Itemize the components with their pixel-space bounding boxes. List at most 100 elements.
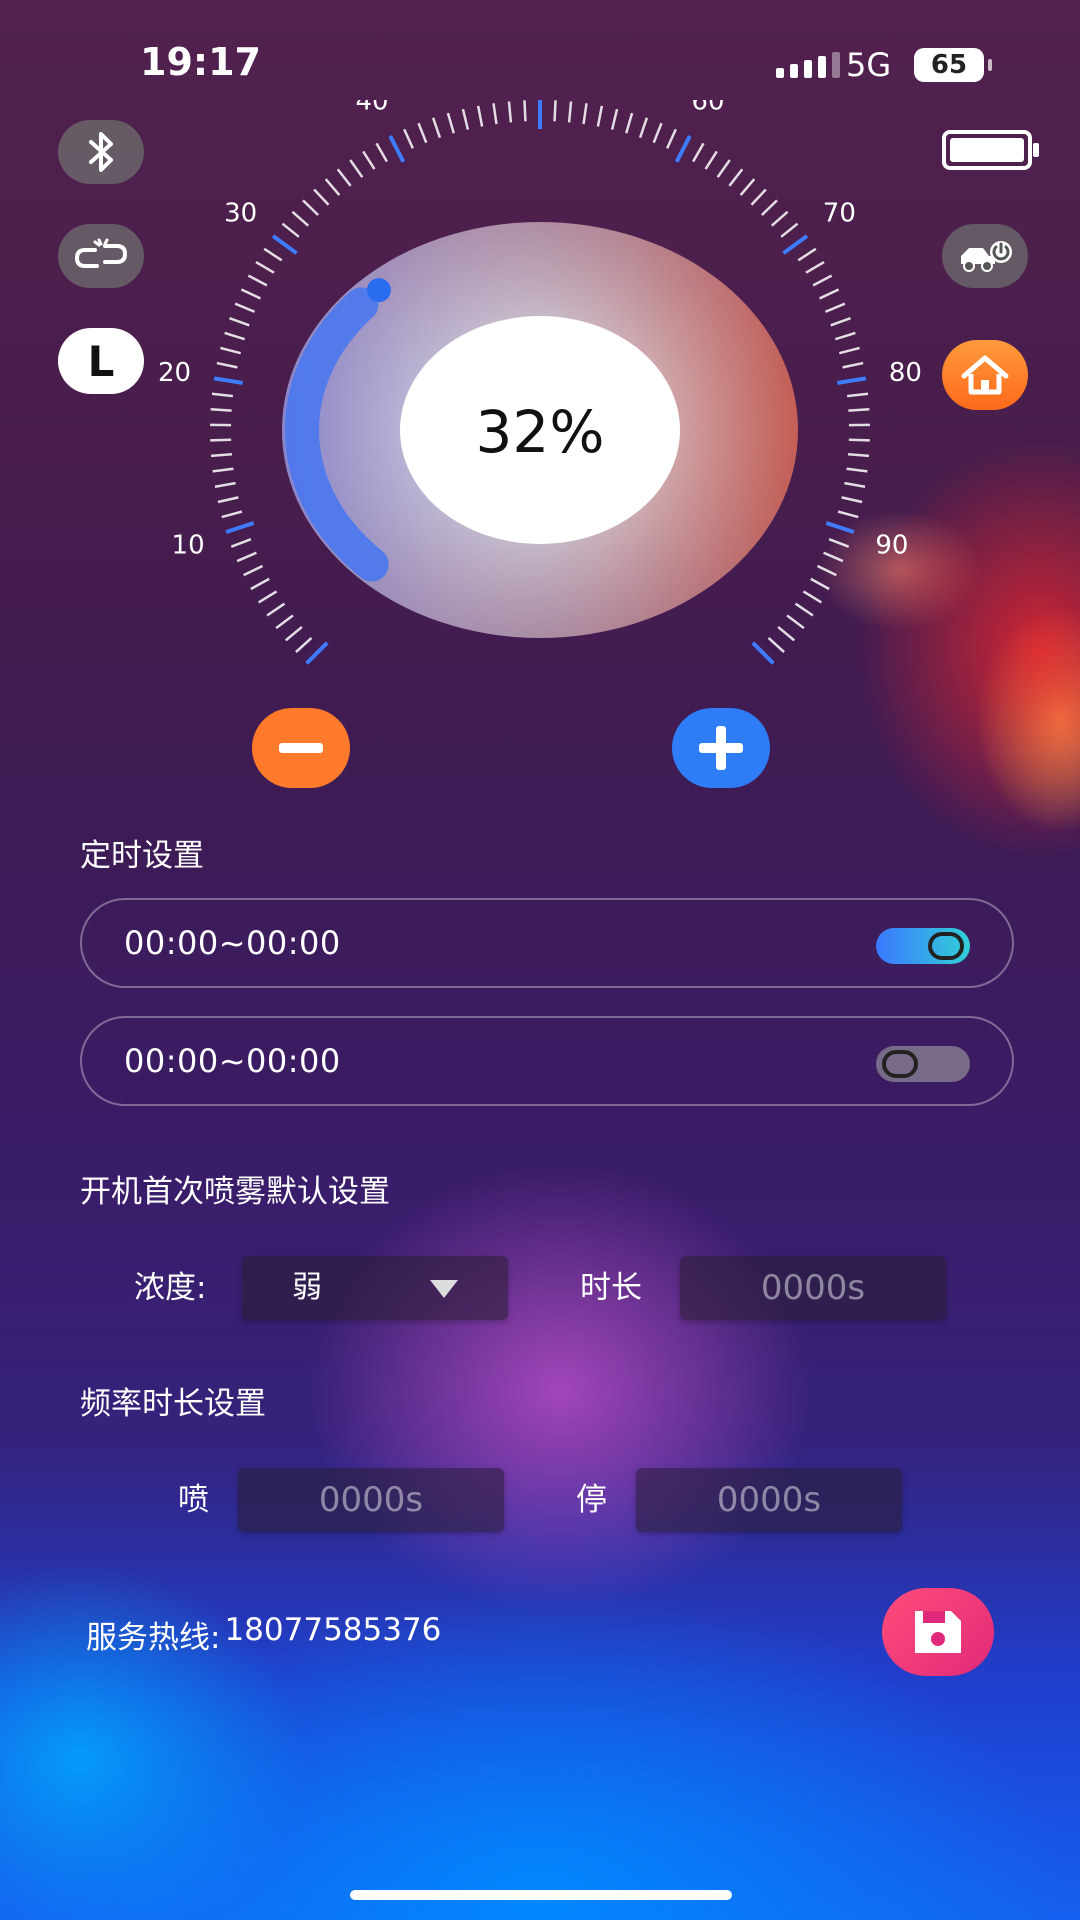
dial-tick — [446, 112, 455, 134]
dial-tick — [214, 481, 236, 488]
dial-tick-label: 30 — [224, 199, 257, 229]
dial-tick — [211, 392, 234, 398]
dial-tick — [786, 614, 805, 630]
dial-tick — [704, 150, 718, 170]
timer-row-1[interactable]: 00:00~00:00 — [80, 898, 1014, 988]
dial-tick — [271, 234, 298, 255]
dial-tick — [750, 188, 767, 206]
dial-tick — [848, 438, 870, 442]
dial-tick — [836, 376, 867, 385]
dial-tick — [638, 117, 649, 139]
dial-tick — [291, 210, 310, 227]
decrease-button[interactable] — [252, 708, 350, 788]
dial-value: 32% — [475, 398, 605, 466]
dial-tick — [229, 317, 250, 327]
concentration-select[interactable]: 弱 — [242, 1256, 508, 1320]
spray-label: 喷 — [178, 1482, 209, 1518]
dial-tick — [461, 108, 470, 130]
dial-knob[interactable] — [366, 278, 391, 303]
service-hotline: 服务热线: 18077585376 — [86, 1612, 441, 1657]
dial-tick — [216, 361, 238, 369]
dial-tick — [257, 590, 278, 604]
hotline-label: 服务热线: — [86, 1620, 221, 1656]
dial-tick — [243, 564, 264, 577]
timer-range-2: 00:00~00:00 — [124, 1042, 341, 1080]
dial-tick — [846, 392, 869, 398]
dial-tick — [666, 128, 677, 149]
caret-down-icon — [430, 1280, 458, 1298]
dial-tick — [652, 122, 663, 144]
dial-tick — [825, 302, 846, 313]
hotline-number[interactable]: 18077585376 — [224, 1612, 441, 1657]
dial-tick — [794, 602, 814, 617]
dial-tick — [247, 274, 268, 287]
dial-tick — [834, 331, 856, 341]
dial-tick — [220, 346, 242, 355]
dial-tick — [751, 641, 775, 665]
dial-tick-label: 70 — [823, 199, 856, 229]
dial-tick-label: 60 — [691, 100, 724, 116]
home-indicator[interactable] — [350, 1890, 732, 1900]
concentration-value: 弱 — [292, 1270, 322, 1305]
spray-duration-input[interactable]: 0000s — [238, 1468, 504, 1532]
dial-tick — [375, 142, 388, 163]
dial-tick — [210, 408, 232, 412]
timer-row-2[interactable]: 00:00~00:00 — [80, 1016, 1014, 1106]
frequency-section-title: 频率时长设置 — [80, 1386, 266, 1422]
dial-tick — [819, 288, 840, 300]
dial-tick — [841, 496, 863, 504]
dial-tick — [777, 626, 796, 642]
dial-tick — [217, 496, 239, 504]
dial-tick — [523, 100, 527, 122]
dial-tick-label: 40 — [355, 100, 388, 116]
dial-tick — [224, 331, 246, 341]
dial-tick — [305, 641, 329, 665]
dial-tick — [362, 150, 376, 170]
dial-tick — [825, 521, 855, 534]
network-type: 5G — [846, 46, 892, 84]
dial-tick — [324, 178, 341, 196]
save-button[interactable] — [882, 1588, 994, 1676]
dial-tick — [837, 510, 859, 519]
duration-input[interactable]: 0000s — [680, 1256, 946, 1320]
stop-duration-input[interactable]: 0000s — [636, 1468, 902, 1532]
dial-tick — [847, 452, 870, 458]
concentration-label: 浓度: — [134, 1270, 207, 1306]
dial-tick — [816, 564, 837, 577]
dial-tick-label: 80 — [889, 358, 922, 388]
dial-tick — [761, 199, 778, 216]
dial-tick — [431, 117, 442, 139]
dial-tick — [802, 590, 823, 604]
intensity-dial[interactable]: 0102030405060708090100 — [0, 100, 1080, 680]
dial-tick — [255, 260, 275, 274]
dial-tick — [716, 159, 731, 178]
dial-tick — [582, 103, 588, 125]
timer-section-title: 定时设置 — [80, 838, 204, 874]
timer-toggle-2[interactable] — [876, 1046, 970, 1082]
dial-tick-label: 90 — [875, 530, 908, 560]
dial-tick-label: 20 — [158, 358, 191, 388]
dial-tick — [846, 467, 868, 473]
dial-tick — [266, 602, 286, 617]
dial-tick-label: 100 — [777, 678, 827, 680]
timer-range-1: 00:00~00:00 — [124, 924, 341, 962]
signal-icon — [776, 52, 840, 78]
dial-tick — [210, 438, 232, 442]
dial-tick — [830, 317, 851, 327]
timer-toggle-1[interactable] — [876, 928, 970, 964]
dial-tick — [838, 346, 860, 355]
dial-tick — [553, 100, 557, 122]
dial-tick — [388, 135, 406, 163]
default-spray-title: 开机首次喷雾默认设置 — [80, 1174, 390, 1210]
dial-tick — [728, 168, 744, 187]
dial-tick — [240, 288, 261, 300]
dial-tick — [236, 551, 257, 563]
dial-tick — [250, 577, 270, 591]
dial-tick — [507, 101, 513, 123]
dial-tick — [225, 521, 255, 534]
dial-tick — [812, 274, 833, 287]
increase-button[interactable] — [672, 708, 770, 788]
dial-tick — [275, 614, 294, 630]
dial-tick — [844, 481, 866, 488]
dial-tick — [848, 408, 870, 412]
